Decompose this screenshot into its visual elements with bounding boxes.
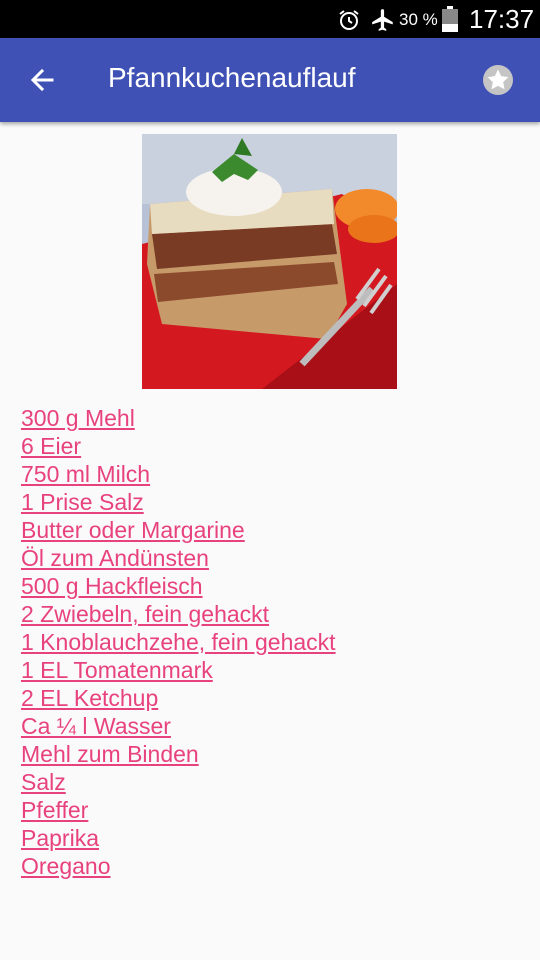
alarm-icon (339, 10, 359, 30)
battery-icon (442, 6, 458, 32)
ingredient-link[interactable]: Butter oder Margarine (21, 517, 245, 543)
list-item: 1 Prise Salz (21, 488, 336, 516)
ingredient-link[interactable]: Mehl zum Binden (21, 741, 199, 767)
app-bar: Pfannkuchenauflauf (0, 38, 540, 122)
ingredient-link[interactable]: 1 Prise Salz (21, 489, 144, 515)
recipe-content: 300 g Mehl 6 Eier 750 ml Milch 1 Prise S… (0, 122, 540, 882)
list-item: 1 Knoblauchzehe, fein gehackt (21, 628, 336, 656)
ingredient-link[interactable]: 6 Eier (21, 433, 81, 459)
list-item: 300 g Mehl (21, 404, 336, 432)
ingredient-link[interactable]: 750 ml Milch (21, 461, 150, 487)
clock: 17:37 (469, 4, 535, 34)
list-item: Butter oder Margarine (21, 516, 336, 544)
ingredient-link[interactable]: 2 Zwiebeln, fein gehackt (21, 601, 269, 627)
battery-percent: 30 % (399, 10, 438, 29)
list-item: Pfeffer (21, 796, 336, 824)
dish-photo (142, 134, 397, 389)
ingredient-link[interactable]: 2 EL Ketchup (21, 685, 158, 711)
list-item: Salz (21, 768, 336, 796)
ingredient-link[interactable]: 500 g Hackfleisch (21, 573, 203, 599)
ingredient-list: 300 g Mehl 6 Eier 750 ml Milch 1 Prise S… (21, 404, 336, 880)
ingredient-link[interactable]: Ca ¼ l Wasser (21, 713, 171, 739)
bottom-blank-area (0, 882, 540, 960)
airplane-mode-icon (372, 9, 393, 31)
list-item: Paprika (21, 824, 336, 852)
ingredient-link[interactable]: 1 EL Tomatenmark (21, 657, 213, 683)
list-item: 1 EL Tomatenmark (21, 656, 336, 684)
ingredient-link[interactable]: Öl zum Andünsten (21, 545, 209, 571)
star-icon[interactable] (478, 60, 518, 100)
list-item: 750 ml Milch (21, 460, 336, 488)
status-bar: 30 % 17:37 (0, 0, 540, 38)
ingredient-link[interactable]: 300 g Mehl (21, 405, 135, 431)
list-item: Mehl zum Binden (21, 740, 336, 768)
ingredient-link[interactable]: Paprika (21, 825, 99, 851)
ingredient-link[interactable]: Oregano (21, 853, 111, 879)
ingredient-link[interactable]: Salz (21, 769, 66, 795)
ingredient-link[interactable]: Pfeffer (21, 797, 88, 823)
list-item: 500 g Hackfleisch (21, 572, 336, 600)
list-item: 2 EL Ketchup (21, 684, 336, 712)
list-item: Oregano (21, 852, 336, 880)
arrow-back-icon[interactable] (22, 60, 62, 100)
list-item: 6 Eier (21, 432, 336, 460)
page-title: Pfannkuchenauflauf (108, 62, 356, 93)
list-item: 2 Zwiebeln, fein gehackt (21, 600, 336, 628)
ingredient-link[interactable]: 1 Knoblauchzehe, fein gehackt (21, 629, 336, 655)
list-item: Öl zum Andünsten (21, 544, 336, 572)
list-item: Ca ¼ l Wasser (21, 712, 336, 740)
